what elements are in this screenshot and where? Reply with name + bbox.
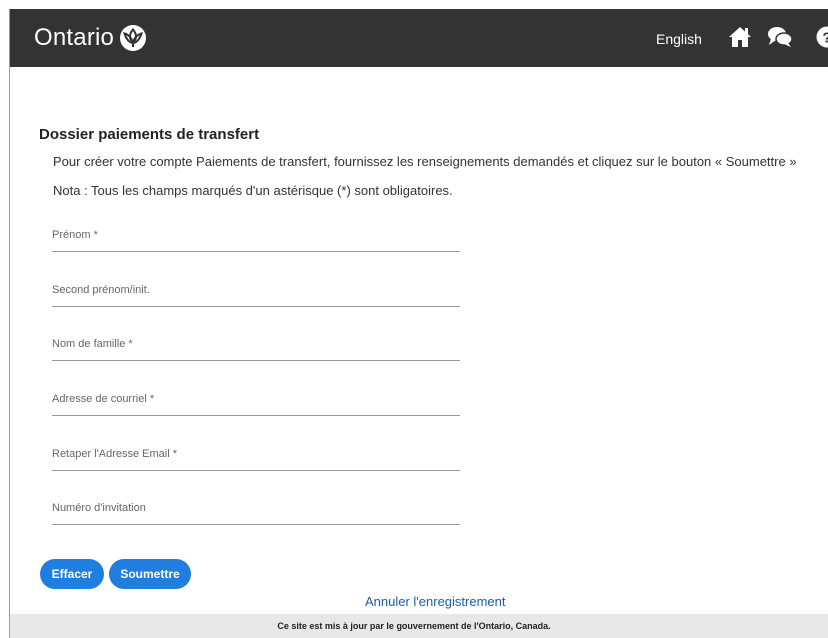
email-input[interactable]: [52, 382, 460, 416]
invitation-number-field: [52, 491, 460, 525]
email-confirm-field: [52, 437, 460, 471]
first-name-input[interactable]: [52, 218, 460, 252]
invitation-number-input[interactable]: [52, 491, 460, 525]
help-icon[interactable]: ?: [816, 26, 828, 48]
intro-text: Pour créer votre compte Paiements de tra…: [53, 154, 797, 169]
middle-name-field: [52, 273, 460, 307]
middle-name-input[interactable]: [52, 273, 460, 307]
page-title: Dossier paiements de transfert: [39, 126, 260, 143]
last-name-input[interactable]: [52, 327, 460, 361]
clear-button[interactable]: Effacer: [40, 559, 104, 589]
svg-text:?: ?: [822, 30, 828, 47]
email-confirm-input[interactable]: [52, 437, 460, 471]
submit-button[interactable]: Soumettre: [109, 559, 191, 589]
site-footer: Ce site est mis à jour par le gouverneme…: [10, 614, 828, 638]
footer-text: Ce site est mis à jour par le gouverneme…: [277, 621, 551, 631]
page: Ontario English ? Dossier paiements d: [0, 0, 828, 638]
required-note: Nota : Tous les champs marqués d'un asté…: [53, 183, 453, 198]
last-name-field: [52, 327, 460, 361]
first-name-field: [52, 218, 460, 252]
email-field: [52, 382, 460, 416]
site-header: Ontario English ?: [10, 9, 828, 67]
ontario-logo[interactable]: Ontario: [34, 24, 147, 52]
trillium-logo-icon: [120, 25, 147, 51]
cancel-registration-link[interactable]: Annuler l'enregistrement: [365, 594, 506, 610]
language-toggle-link[interactable]: English: [656, 30, 702, 48]
brand-name: Ontario: [34, 24, 115, 51]
chat-icon[interactable]: [767, 26, 793, 48]
home-icon[interactable]: [728, 26, 752, 48]
left-border: [9, 9, 10, 638]
